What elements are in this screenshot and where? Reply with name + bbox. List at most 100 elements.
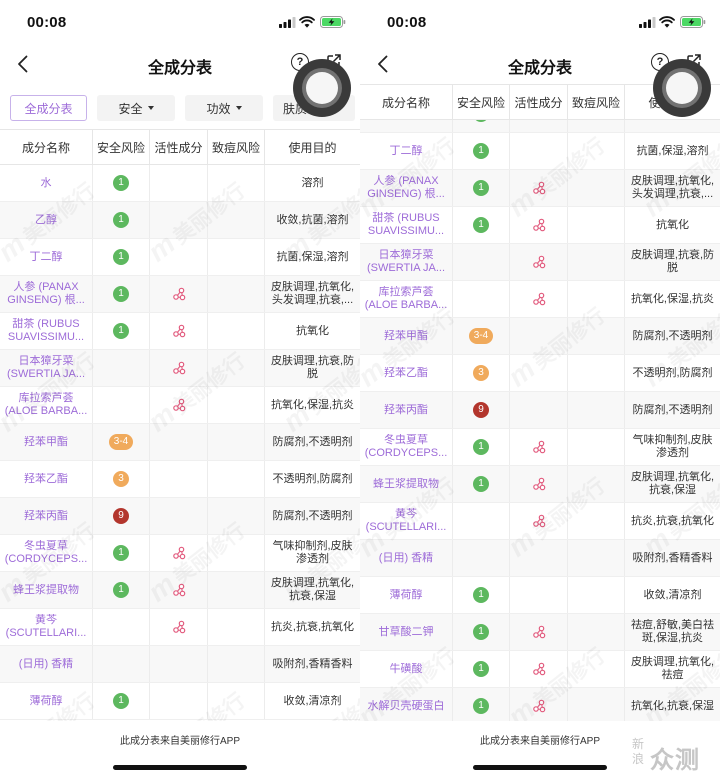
active-ingredient-icon: [532, 218, 546, 232]
active-ingredient-icon: [172, 398, 186, 412]
ingredient-name[interactable]: 薄荷醇: [386, 589, 427, 602]
ingredient-name[interactable]: 甜茶 (RUBUS SUAVISSIMU...: [0, 318, 92, 344]
ingredient-row[interactable]: 乙醇 1 收敛,抗菌,溶剂: [0, 202, 360, 239]
ingredient-row[interactable]: 库拉索芦荟 (ALOE BARBA... 抗氧化,保湿,抗炎: [0, 387, 360, 424]
ingredient-name[interactable]: 薄荷醇: [26, 695, 67, 708]
ingredient-name[interactable]: 丁二醇: [26, 251, 67, 264]
ingredient-name[interactable]: 水: [37, 177, 56, 190]
ingredient-row[interactable]: (日用) 香精 吸附剂,香精香料: [0, 646, 360, 683]
ingredient-name[interactable]: 羟苯甲酯: [380, 330, 432, 343]
name-cell: 蜂王浆提取物: [0, 572, 93, 608]
ingredient-row[interactable]: 冬虫夏草 (CORDYCEPS... 1 气味抑制剂,皮肤渗透剂: [360, 429, 720, 466]
filter-safety-dropdown[interactable]: 安全: [97, 95, 175, 121]
acne-risk-cell: [208, 424, 265, 460]
purpose-cell: 收敛,清凉剂: [625, 577, 720, 613]
ingredient-row[interactable]: 丁二醇 1 抗菌,保湿,溶剂: [360, 133, 720, 170]
ingredient-name[interactable]: 羟苯甲酯: [20, 436, 72, 449]
ingredient-name[interactable]: 黄芩 (SCUTELLARI...: [360, 508, 452, 534]
ingredient-name[interactable]: 库拉索芦荟 (ALOE BARBA...: [0, 392, 92, 418]
filter-label: 功效: [206, 101, 231, 116]
active-ingredient-icon: [532, 255, 546, 269]
ingredient-name[interactable]: 乙醇: [31, 214, 61, 227]
ingredient-name[interactable]: (日用) 香精: [375, 552, 437, 565]
safety-cell: [93, 350, 150, 386]
ingredient-name[interactable]: 牛磺酸: [386, 663, 427, 676]
ingredient-name[interactable]: 蜂王浆提取物: [9, 584, 83, 597]
ingredient-row[interactable]: 羟苯丙酯 9 防腐剂,不透明剂: [360, 392, 720, 429]
ingredient-row[interactable]: 水 1 溶剂: [0, 165, 360, 202]
filter-all-ingredients[interactable]: 全成分表: [10, 95, 87, 121]
ingredient-row[interactable]: 薄荷醇 1 收敛,清凉剂: [0, 683, 360, 720]
ingredient-row[interactable]: 冬虫夏草 (CORDYCEPS... 1 气味抑制剂,皮肤渗透剂: [0, 535, 360, 572]
ingredient-name[interactable]: 羟苯乙酯: [20, 473, 72, 486]
ingredient-row[interactable]: 库拉索芦荟 (ALOE BARBA... 抗氧化,保湿,抗炎: [360, 281, 720, 318]
purpose-cell: 祛痘,舒敏,美白祛斑,保湿,抗炎: [625, 614, 720, 650]
ingredient-row[interactable]: 黄芩 (SCUTELLARI... 抗炎,抗衰,抗氧化: [360, 503, 720, 540]
ingredient-row[interactable]: 黄芩 (SCUTELLARI... 抗炎,抗衰,抗氧化: [0, 609, 360, 646]
ingredient-row[interactable]: 羟苯甲酯 3-4 防腐剂,不透明剂: [360, 318, 720, 355]
assistive-touch-button[interactable]: [293, 59, 351, 117]
ingredient-row[interactable]: 羟苯丙酯 9 防腐剂,不透明剂: [0, 498, 360, 535]
ingredient-row[interactable]: 日本獐牙菜 (SWERTIA JA... 皮肤调理,抗衰,防脱: [0, 350, 360, 387]
ingredient-row[interactable]: 水解贝壳硬蛋白 1 抗氧化,抗衰,保湿: [360, 688, 720, 721]
home-indicator[interactable]: [473, 765, 607, 770]
ingredient-row[interactable]: 羟苯乙酯 3 不透明剂,防腐剂: [360, 355, 720, 392]
acne-risk-cell: [208, 387, 265, 423]
acne-risk-cell: [208, 535, 265, 571]
ingredient-row[interactable]: 人参 (PANAX GINSENG) 根... 1 皮肤调理,抗氧化,头发调理,抗衰…: [0, 276, 360, 313]
ingredient-row[interactable]: 甘草酸二钾 1 祛痘,舒敏,美白祛斑,保湿,抗炎: [360, 614, 720, 651]
ingredient-table[interactable]: 丁二醇 1 抗菌,保湿,溶剂 人参 (PANAX GINSENG) 根... 1 皮肤调理…: [360, 120, 720, 721]
ingredient-name[interactable]: 库拉索芦荟 (ALOE BARBA...: [360, 286, 452, 312]
assistive-touch-button[interactable]: [653, 59, 711, 117]
usage-purpose: 收敛,清凉剂: [283, 694, 342, 707]
status-bar: 00:08: [0, 0, 360, 44]
ingredient-row[interactable]: 薄荷醇 1 收敛,清凉剂: [360, 577, 720, 614]
ingredient-name[interactable]: 冬虫夏草 (CORDYCEPS...: [0, 540, 92, 566]
ingredient-name[interactable]: 羟苯乙酯: [380, 367, 432, 380]
name-cell: 水: [0, 165, 93, 201]
ingredient-name[interactable]: 黄芩 (SCUTELLARI...: [0, 614, 92, 640]
ingredient-row[interactable]: 日本獐牙菜 (SWERTIA JA... 皮肤调理,抗衰,防脱: [360, 244, 720, 281]
name-cell: 黄芩 (SCUTELLARI...: [360, 503, 453, 539]
ingredient-name[interactable]: 日本獐牙菜 (SWERTIA JA...: [360, 249, 452, 275]
footer: 此成分表来自美丽修行APP: [0, 721, 360, 779]
ingredient-row[interactable]: 蜂王浆提取物 1 皮肤调理,抗氧化,抗衰,保湿: [360, 466, 720, 503]
ingredient-name[interactable]: (日用) 香精: [15, 658, 77, 671]
ingredient-name[interactable]: 丁二醇: [386, 145, 427, 158]
ingredient-row[interactable]: 甜茶 (RUBUS SUAVISSIMU... 1 抗氧化: [0, 313, 360, 350]
active-ingredient-icon: [532, 625, 546, 639]
back-button[interactable]: [12, 53, 32, 75]
ingredient-row[interactable]: 牛磺酸 1 皮肤调理,抗氧化,祛痘: [360, 651, 720, 688]
ingredient-name[interactable]: 日本獐牙菜 (SWERTIA JA...: [0, 355, 92, 381]
active-ingredient-icon: [172, 287, 186, 301]
safety-cell: 1: [93, 239, 150, 275]
ingredient-row[interactable]: 羟苯甲酯 3-4 防腐剂,不透明剂: [0, 424, 360, 461]
name-cell: 库拉索芦荟 (ALOE BARBA...: [360, 281, 453, 317]
ingredient-name[interactable]: 甘草酸二钾: [375, 626, 438, 639]
ingredient-row[interactable]: 羟苯乙酯 3 不透明剂,防腐剂: [0, 461, 360, 498]
ingredient-row[interactable]: 甜茶 (RUBUS SUAVISSIMU... 1 抗氧化: [360, 207, 720, 244]
filter-label: 安全: [118, 101, 143, 116]
ingredient-name[interactable]: 水解贝壳硬蛋白: [364, 700, 449, 713]
active-cell: [510, 540, 568, 576]
ingredient-row[interactable]: 丁二醇 1 抗菌,保湿,溶剂: [0, 239, 360, 276]
safety-cell: 1: [453, 207, 510, 243]
active-cell: [510, 244, 568, 280]
ingredient-name[interactable]: 羟苯丙酯: [20, 510, 72, 523]
ingredient-row[interactable]: (日用) 香精 吸附剂,香精香料: [360, 540, 720, 577]
ingredient-name[interactable]: 甜茶 (RUBUS SUAVISSIMU...: [360, 212, 452, 238]
ingredient-name[interactable]: 人参 (PANAX GINSENG) 根...: [360, 175, 452, 201]
ingredient-name[interactable]: 蜂王浆提取物: [369, 478, 443, 491]
ingredient-name[interactable]: 冬虫夏草 (CORDYCEPS...: [360, 434, 452, 460]
ingredient-row[interactable]: [360, 120, 720, 133]
ingredient-row[interactable]: 人参 (PANAX GINSENG) 根... 1 皮肤调理,抗氧化,头发调理,抗衰…: [360, 170, 720, 207]
home-indicator[interactable]: [113, 765, 247, 770]
back-button[interactable]: [372, 53, 392, 75]
filter-efficacy-dropdown[interactable]: 功效: [185, 95, 263, 121]
ingredient-name[interactable]: 羟苯丙酯: [380, 404, 432, 417]
safety-cell: [453, 120, 510, 132]
page-title: 全成分表: [507, 60, 572, 77]
ingredient-row[interactable]: 蜂王浆提取物 1 皮肤调理,抗氧化,抗衰,保湿: [0, 572, 360, 609]
ingredient-name[interactable]: 人参 (PANAX GINSENG) 根...: [0, 281, 92, 307]
ingredient-table[interactable]: 水 1 溶剂 乙醇 1 收敛,抗菌,溶剂 丁二醇 1 抗菌,保湿,溶剂 人参 (PANAX GIN…: [0, 165, 360, 721]
